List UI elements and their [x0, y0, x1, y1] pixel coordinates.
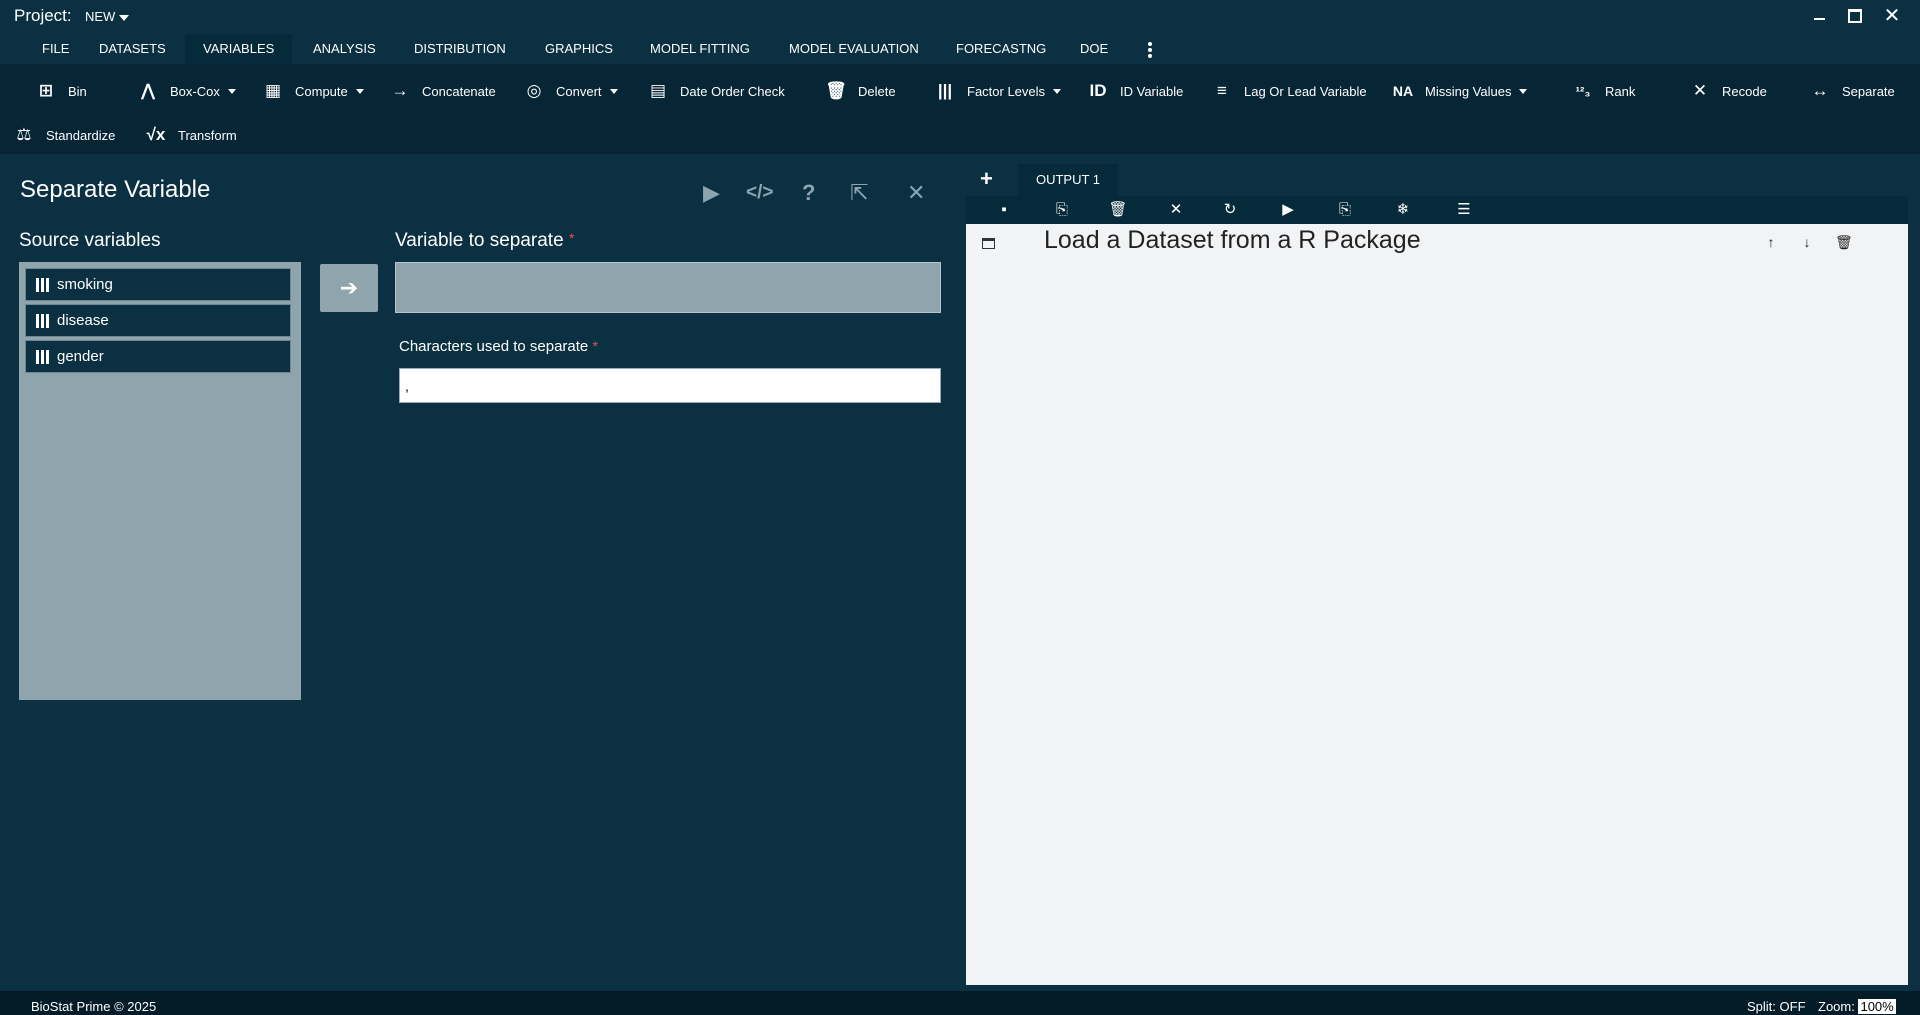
factor-levels-button[interactable]: ||| Factor Levels: [933, 77, 1062, 105]
calculator-icon: ▦: [264, 81, 282, 100]
tab-output-1[interactable]: OUTPUT 1: [1018, 164, 1118, 196]
source-variables-label: Source variables: [19, 230, 161, 251]
add-tab-icon[interactable]: +: [980, 166, 993, 192]
split-status[interactable]: Split: OFF: [1747, 999, 1806, 1014]
zoom-value[interactable]: 100%: [1858, 999, 1896, 1014]
minimize-button[interactable]: [1808, 6, 1832, 26]
zoom-control[interactable]: Zoom: 100%: [1818, 999, 1896, 1014]
trash-icon: 🗑: [825, 81, 847, 100]
arrow-right-icon: ➔: [339, 275, 359, 300]
run-icon[interactable]: ▶: [1278, 200, 1298, 220]
tab-file[interactable]: FILE: [24, 34, 87, 64]
separate-button[interactable]: ↔ Separate: [1808, 77, 1895, 105]
convert-icon: ◎: [526, 81, 542, 100]
id-icon: ID: [1089, 81, 1107, 100]
tab-forecasting[interactable]: FORECASTNG: [938, 34, 1064, 64]
variable-to-separate-label: Variable to separate *: [395, 230, 575, 251]
scale-icon: ⚖: [16, 125, 32, 144]
rank-button[interactable]: ¹²₃ Rank: [1571, 77, 1636, 105]
recode-icon: ✕: [1692, 81, 1708, 100]
tab-datasets[interactable]: DATASETS: [81, 34, 184, 64]
code-icon[interactable]: </>: [746, 182, 773, 208]
output-toolbar: ▪ ⎘ 🗑 ✕ ↻ ▶ ⎘ ❄ ☰: [966, 196, 1908, 224]
lag-lead-icon: ≡: [1217, 81, 1227, 100]
tab-distribution[interactable]: DISTRIBUTION: [396, 34, 524, 64]
popout-icon[interactable]: ⇱: [850, 180, 868, 206]
tab-analysis[interactable]: ANALYSIS: [295, 34, 394, 64]
tab-graphics[interactable]: GRAPHICS: [527, 34, 631, 64]
grid-icon: ⊞: [38, 81, 54, 100]
variables-ribbon: ⊞ Bin ⋀ Box-Cox ▦ Compute → Concatenate ◎ Con…: [0, 64, 1920, 154]
tab-doe[interactable]: DOE: [1062, 34, 1126, 64]
output-body: Load a Dataset from a R Package ↑ ↓ 🗑: [966, 224, 1908, 985]
close-window-button[interactable]: ✕: [1880, 6, 1904, 26]
separate-icon: ↔: [1811, 81, 1829, 100]
move-right-button[interactable]: ➔: [320, 264, 378, 312]
export-icon[interactable]: ⎘: [1052, 200, 1072, 220]
window-icon[interactable]: [982, 238, 995, 249]
clear-icon[interactable]: ✕: [1166, 200, 1186, 220]
main-menu: FILE DATASETS VARIABLES ANALYSIS DISTRIB…: [0, 34, 1920, 64]
separator-label: Characters used to separate *: [399, 338, 598, 355]
column-icon: [36, 313, 51, 328]
columns-icon: |||: [937, 81, 953, 100]
move-up-icon[interactable]: ↑: [1763, 234, 1779, 250]
lag-lead-variable-button[interactable]: ≡ Lag Or Lead Variable: [1210, 77, 1367, 105]
output-heading: Load a Dataset from a R Package: [1044, 226, 1421, 254]
column-icon: [36, 349, 51, 364]
trash-icon[interactable]: 🗑: [1835, 234, 1853, 251]
id-variable-button[interactable]: ID ID Variable: [1086, 77, 1184, 105]
output-tabs: + OUTPUT 1: [966, 164, 1906, 196]
na-icon: NA: [1392, 83, 1414, 99]
concatenate-icon: →: [391, 81, 409, 100]
move-down-icon[interactable]: ↓: [1799, 234, 1815, 250]
date-order-check-button[interactable]: ▤ Date Order Check: [646, 77, 785, 105]
list-item[interactable]: smoking: [25, 268, 291, 301]
refresh-icon[interactable]: ↻: [1220, 200, 1240, 220]
separator-input[interactable]: [399, 368, 941, 403]
calendar-icon: ▤: [649, 81, 667, 100]
compute-button[interactable]: ▦ Compute: [261, 77, 364, 105]
list-item[interactable]: gender: [25, 340, 291, 373]
tab-model-fitting[interactable]: MODEL FITTING: [632, 34, 768, 64]
source-variables-list[interactable]: smoking disease gender: [19, 262, 301, 700]
bin-button[interactable]: ⊞ Bin: [34, 77, 87, 105]
list-item[interactable]: disease: [25, 304, 291, 337]
more-vertical-icon[interactable]: [1148, 42, 1152, 60]
caret-down-icon: [119, 14, 130, 21]
delete-button[interactable]: 🗑 Delete: [824, 77, 895, 105]
standardize-button[interactable]: ⚖ Standardize: [12, 121, 115, 149]
column-icon: [36, 277, 51, 292]
tab-model-evaluation[interactable]: MODEL EVALUATION: [771, 34, 937, 64]
project-label: Project:: [14, 6, 72, 25]
status-bar: BioStat Prime © 2025 Split: OFF Zoom: 10…: [0, 991, 1920, 1015]
tab-variables[interactable]: VARIABLES: [185, 34, 293, 64]
bell-curve-icon: ⋀: [140, 81, 156, 100]
project-dropdown[interactable]: NEW: [85, 9, 130, 24]
save-icon[interactable]: ▪: [994, 200, 1014, 220]
recode-button[interactable]: ✕ Recode: [1688, 77, 1767, 105]
box-cox-button[interactable]: ⋀ Box-Cox: [136, 77, 236, 105]
snowflake-icon[interactable]: ❄: [1393, 200, 1413, 220]
rank-icon: ¹²₃: [1575, 83, 1591, 99]
missing-values-button[interactable]: NA Missing Values: [1391, 77, 1528, 105]
close-dialog-icon[interactable]: ✕: [907, 180, 925, 206]
trash-icon[interactable]: 🗑: [1108, 200, 1128, 220]
variable-to-separate-dropzone[interactable]: [395, 262, 941, 313]
run-icon[interactable]: ▶: [703, 180, 720, 206]
help-icon[interactable]: ?: [802, 180, 815, 206]
convert-button[interactable]: ◎ Convert: [522, 77, 618, 105]
maximize-button[interactable]: [1842, 6, 1866, 26]
list-icon[interactable]: ☰: [1454, 200, 1474, 220]
title-bar: Project: NEW ✕: [0, 0, 1920, 34]
dialog-title: Separate Variable: [20, 176, 211, 203]
sqrt-icon: √x: [146, 125, 166, 144]
transform-button[interactable]: √x Transform: [144, 121, 237, 149]
concatenate-button[interactable]: → Concatenate: [388, 77, 496, 105]
export-file-icon[interactable]: ⎘: [1335, 200, 1355, 220]
copyright: BioStat Prime © 2025: [31, 999, 157, 1014]
